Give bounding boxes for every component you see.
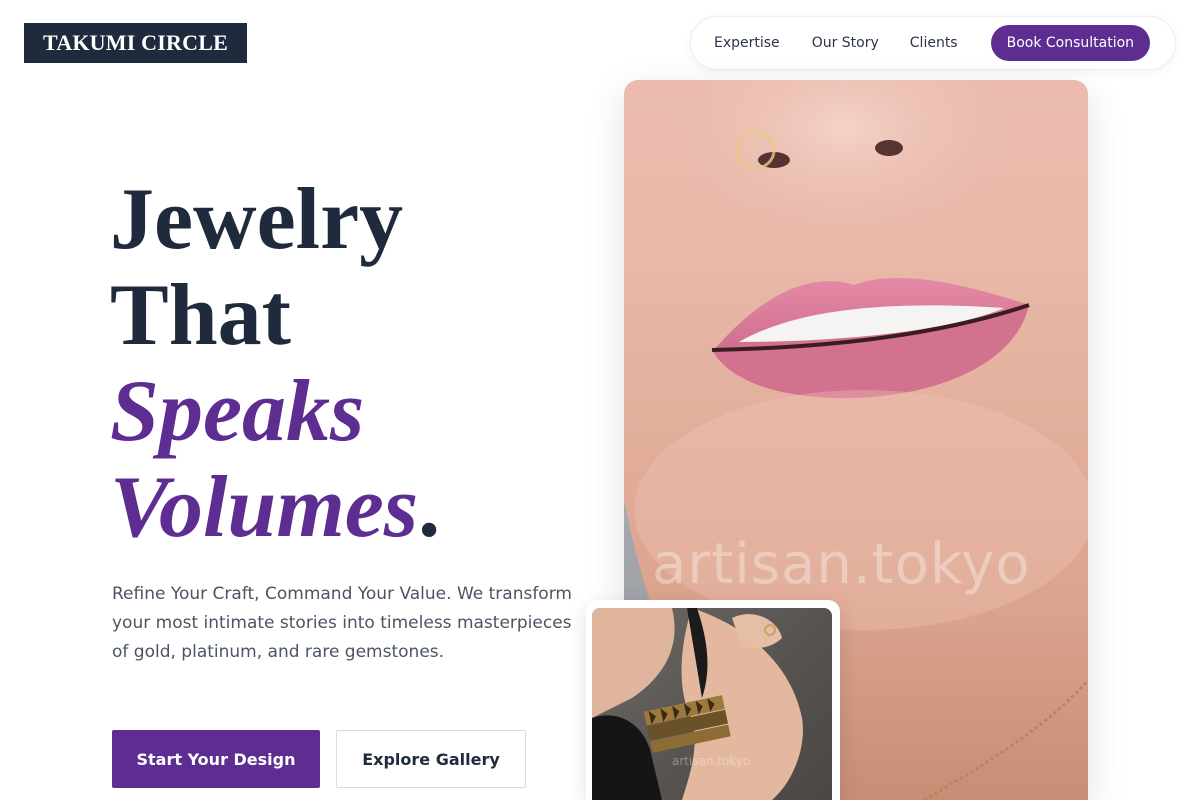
hero-title-line-2: That xyxy=(110,267,291,364)
nav-link-our-story[interactable]: Our Story xyxy=(812,35,879,51)
hero-title: Jewelry That Speaks Volumes. xyxy=(110,172,440,556)
top-nav: Expertise Our Story Clients Book Consult… xyxy=(690,16,1176,70)
hero-title-line-3: Speaks xyxy=(110,363,365,460)
inset-photo: artisan.tokyo xyxy=(592,608,832,800)
main-photo-watermark: artisan.tokyo xyxy=(652,532,1031,597)
hero-title-volumes: Volumes xyxy=(110,459,419,556)
bracelet-illustration xyxy=(592,608,803,800)
hero-title-line-4: Volumes. xyxy=(110,460,440,556)
book-consultation-button[interactable]: Book Consultation xyxy=(990,25,1151,61)
nav-link-clients[interactable]: Clients xyxy=(910,35,958,51)
inset-photo-watermark: artisan.tokyo xyxy=(672,754,751,768)
brand-logo[interactable]: TAKUMI CIRCLE xyxy=(24,23,247,63)
start-your-design-button[interactable]: Start Your Design xyxy=(112,730,320,788)
inset-photo-card: artisan.tokyo xyxy=(586,600,840,800)
nav-link-expertise[interactable]: Expertise xyxy=(714,35,780,51)
hero-title-line-1: Jewelry xyxy=(110,171,404,268)
hero-subtitle: Refine Your Craft, Command Your Value. W… xyxy=(112,584,572,662)
explore-gallery-button[interactable]: Explore Gallery xyxy=(336,730,526,788)
hero-title-dot: . xyxy=(418,459,441,556)
